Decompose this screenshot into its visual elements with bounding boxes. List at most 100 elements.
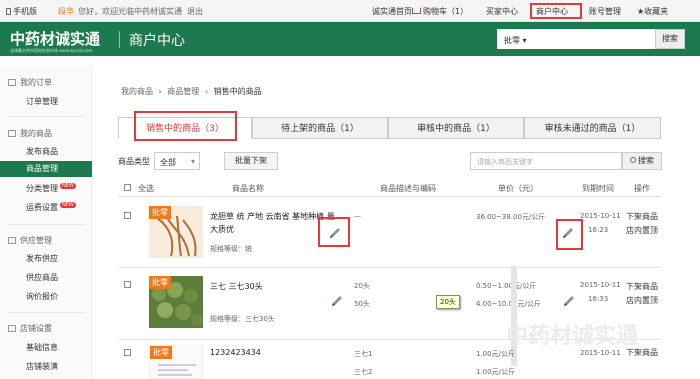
edit-price-icon[interactable] (562, 294, 576, 308)
highlight-box-merchant-center (530, 3, 582, 19)
top-bar: 手机版 段华 您好，欢迎光临中药材诚实通 退出 诚实通首页 购物车（1） 买家中… (0, 0, 700, 22)
product-search-input[interactable]: 请输入商品关键字 (470, 152, 622, 170)
logo-text: 中药材诚实通 (10, 30, 101, 48)
cart-icon (412, 8, 421, 14)
breadcrumb-item[interactable]: 我的商品 (121, 87, 153, 96)
sidebar-section-orders: 我的订单 (8, 77, 52, 88)
search-type-dropdown[interactable]: 批零 ▾ (504, 35, 527, 46)
sidebar-item-order-manage[interactable]: 订单管理 (26, 96, 58, 107)
caret-down-icon: ▾ (522, 36, 527, 45)
product-image[interactable]: 批零 (149, 276, 203, 328)
logo-subtext: 全球最大的中药材交易市场 www.zyccst.com (10, 48, 93, 53)
store-icon (8, 325, 16, 332)
pin-top-link[interactable]: 店内置顶 (626, 294, 658, 308)
nav-cart[interactable]: 购物车（1） (412, 6, 468, 17)
caret-down-icon: ▾ (190, 157, 195, 166)
orders-icon (8, 79, 16, 86)
highlight-box-tab (134, 111, 237, 141)
sidebar-divider (8, 312, 86, 313)
sidebar-item-publish-supply[interactable]: 发布供应 (26, 253, 58, 264)
mobile-link[interactable]: 手机版 (6, 6, 37, 17)
tab-pending-shelf[interactable]: 待上架的商品（1） (252, 117, 388, 139)
expiry-time: 16:33 (588, 295, 609, 303)
delist-link[interactable]: 下架商品 (626, 210, 658, 224)
row-checkbox[interactable] (124, 212, 131, 219)
nav-cart-label: 购物车（1） (423, 7, 469, 16)
header-unit-price: 单价（元） (498, 184, 538, 193)
row-actions: 下架商品 店内置顶 (626, 210, 658, 238)
product-image[interactable]: 批零 (149, 206, 203, 258)
logout-link[interactable]: 退出 (187, 6, 203, 17)
edit-description-icon[interactable] (330, 294, 344, 308)
sidebar-item-publish-product[interactable]: 发布商品 (26, 146, 58, 157)
product-title[interactable]: 三七 三七30头 (210, 280, 330, 293)
nav-favorites[interactable]: ★收藏夹 (637, 6, 668, 17)
expiry-time: 16:23 (588, 226, 609, 234)
header-product-name: 商品名称 (232, 184, 264, 193)
wholesale-badge: 批零 (149, 276, 171, 289)
welcome-text: 您好，欢迎光临中药材诚实通 (78, 7, 182, 16)
supply-icon (8, 237, 16, 244)
product-price: 4.00~10.00元/公斤 (476, 300, 541, 308)
sidebar-item-basic-info[interactable]: 基础信息 (26, 342, 58, 353)
breadcrumb-item[interactable]: 商品管理 (167, 87, 199, 96)
product-desc: 50头 (354, 300, 370, 308)
product-price: 1.00元/公斤 (476, 350, 515, 358)
product-spec: 规格等级：三七30头 (210, 315, 275, 323)
products-icon (8, 130, 16, 137)
header-divider (119, 31, 120, 48)
category-select[interactable]: 全部 ▾ (154, 152, 200, 170)
sidebar-item-supply-products[interactable]: 供应商品 (26, 272, 58, 283)
product-spec: 规格等级：统 (210, 245, 252, 253)
new-badge: NEW (60, 183, 76, 189)
row-checkbox[interactable] (124, 349, 131, 356)
sidebar-section-store: 店铺设置 (8, 323, 52, 334)
nav-account[interactable]: 账号管理 (589, 6, 621, 17)
product-desc: 20头 (354, 282, 370, 290)
header-actions: 操作 (634, 184, 650, 193)
breadcrumb: 我的商品 › 商品管理 › 销售中的商品 (121, 86, 262, 97)
filter-bar: 商品类型 全部 ▾ 批量下架 请输入商品关键字 搜索 (118, 151, 662, 171)
product-desc: 三七2 (354, 368, 373, 376)
expiry-date: 2015-10-11 (580, 281, 621, 289)
delist-link[interactable]: 下架商品 (626, 280, 658, 294)
pin-top-link[interactable]: 店内置顶 (626, 224, 658, 238)
sidebar-section-products: 我的商品 (8, 128, 52, 139)
wholesale-badge: 批零 (150, 346, 172, 359)
sidebar-item-product-manage[interactable]: 商品管理 (0, 161, 92, 177)
sidebar-item-store-decor[interactable]: 店铺装潢 (26, 361, 58, 372)
header-search-button[interactable]: 搜索 (655, 29, 685, 49)
bulk-delist-button[interactable]: 批量下架 (224, 152, 278, 170)
site-logo[interactable]: 中药材诚实通 全球最大的中药材交易市场 www.zyccst.com (10, 28, 100, 54)
page-section-title: 商户中心 (129, 33, 185, 49)
tab-under-review[interactable]: 审核中的商品（1） (388, 117, 524, 139)
nav-home[interactable]: 诚实通首页 (372, 6, 412, 17)
product-desc: — (354, 212, 361, 220)
sidebar-item-inquiry-quote[interactable]: 询价报价 (26, 291, 58, 302)
nav-buyer-center[interactable]: 买家中心 (486, 6, 518, 17)
header-search-input[interactable] (543, 32, 651, 46)
row-checkbox[interactable] (124, 281, 131, 288)
category-select-value: 全部 (160, 158, 176, 167)
header-select-all[interactable]: 全选 (138, 183, 154, 194)
product-desc: 三七1 (354, 350, 373, 358)
sidebar-section-title: 我的商品 (20, 129, 52, 138)
user-name[interactable]: 段华 (58, 6, 74, 17)
new-badge: NEW (60, 202, 76, 208)
breadcrumb-separator: › (204, 87, 209, 96)
sidebar-item-shipping-settings[interactable]: 运费设置 NEW (26, 202, 76, 213)
product-image[interactable]: 批零 (149, 345, 203, 379)
product-price: 0.50~1.00元/公斤 (476, 282, 537, 290)
breadcrumb-current: 销售中的商品 (213, 87, 262, 96)
table-header: 全选 商品名称 商品描述与编码 单价（元） 到期时间 操作 (118, 179, 661, 197)
header: 中药材诚实通 全球最大的中药材交易市场 www.zyccst.com 商户中心 … (0, 22, 700, 56)
product-title[interactable]: 1232423434 (210, 346, 261, 359)
sidebar-item-category-manage[interactable]: 分类管理 NEW (26, 183, 76, 194)
product-search-button[interactable]: 搜索 (622, 152, 662, 170)
tab-review-failed[interactable]: 审核未通过的商品（1） (524, 117, 661, 139)
expiry-date: 2015-10-11 (580, 349, 621, 357)
sidebar-section-title: 供应管理 (20, 236, 52, 245)
search-type-value: 批零 (504, 36, 520, 45)
sidebar-section-supply: 供应管理 (8, 235, 52, 246)
select-all-checkbox[interactable] (124, 184, 131, 191)
